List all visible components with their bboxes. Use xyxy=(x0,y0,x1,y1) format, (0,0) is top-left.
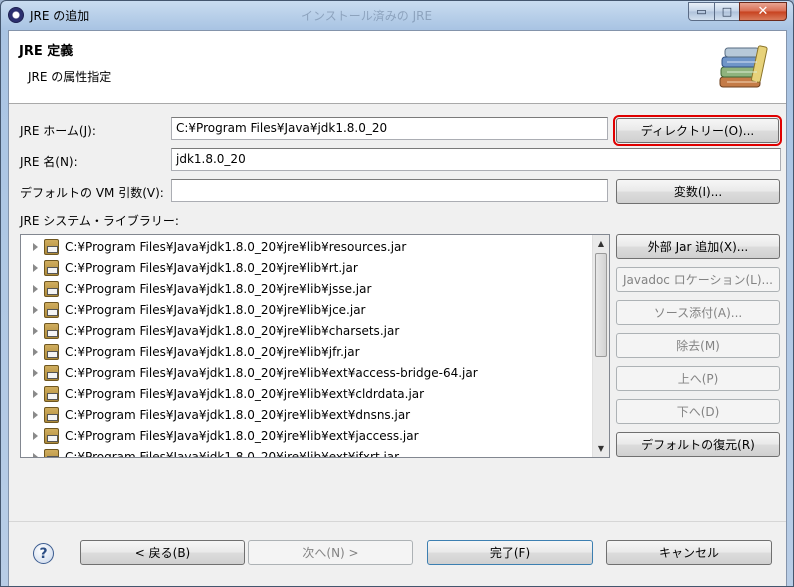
list-item-label: C:¥Program Files¥Java¥jdk1.8.0_20¥jre¥li… xyxy=(65,281,372,296)
list-item-label: C:¥Program Files¥Java¥jdk1.8.0_20¥jre¥li… xyxy=(65,365,478,380)
jar-icon xyxy=(44,238,59,255)
list-item-label: C:¥Program Files¥Java¥jdk1.8.0_20¥jre¥li… xyxy=(65,344,360,359)
minimize-button[interactable]: ▭ xyxy=(688,2,715,21)
expand-arrow-icon[interactable] xyxy=(33,263,38,272)
libraries-label: JRE システム・ライブラリー: xyxy=(20,214,179,228)
list-item-label: C:¥Program Files¥Java¥jdk1.8.0_20¥jre¥li… xyxy=(65,302,366,317)
jar-icon xyxy=(44,343,59,360)
jre-name-field[interactable]: jdk1.8.0_20 xyxy=(171,148,781,171)
dialog-window: JRE の追加 インストール済みの JRE ▭ □ ✕ JRE 定義 JRE の… xyxy=(0,0,794,587)
jre-home-label: JRE ホーム(J): xyxy=(20,124,96,138)
list-item-label: C:¥Program Files¥Java¥jdk1.8.0_20¥jre¥li… xyxy=(65,386,425,401)
vm-args-label: デフォルトの VM 引数(V): xyxy=(20,186,164,200)
javadoc-location-button[interactable]: Javadoc ロケーション(L)... xyxy=(616,267,780,292)
up-button[interactable]: 上へ(P) xyxy=(616,366,780,391)
jar-icon xyxy=(44,322,59,339)
jar-icon xyxy=(44,385,59,402)
scrollbar-thumb[interactable] xyxy=(595,253,607,357)
list-item[interactable]: C:¥Program Files¥Java¥jdk1.8.0_20¥jre¥li… xyxy=(21,362,591,383)
maximize-button[interactable]: □ xyxy=(714,2,740,21)
page-title: JRE 定義 xyxy=(19,44,74,59)
list-item-label: C:¥Program Files¥Java¥jdk1.8.0_20¥jre¥li… xyxy=(65,407,411,422)
expand-arrow-icon[interactable] xyxy=(33,284,38,293)
expand-arrow-icon[interactable] xyxy=(33,326,38,335)
list-item[interactable]: C:¥Program Files¥Java¥jdk1.8.0_20¥jre¥li… xyxy=(21,236,591,257)
help-icon[interactable]: ? xyxy=(33,543,54,564)
down-button[interactable]: 下へ(D) xyxy=(616,399,780,424)
list-item[interactable]: C:¥Program Files¥Java¥jdk1.8.0_20¥jre¥li… xyxy=(21,320,591,341)
expand-arrow-icon[interactable] xyxy=(33,389,38,398)
list-item[interactable]: C:¥Program Files¥Java¥jdk1.8.0_20¥jre¥li… xyxy=(21,446,591,458)
jar-icon xyxy=(44,259,59,276)
wizard-header: JRE 定義 JRE の属性指定 xyxy=(9,31,786,104)
expand-arrow-icon[interactable] xyxy=(33,242,38,251)
list-item[interactable]: C:¥Program Files¥Java¥jdk1.8.0_20¥jre¥li… xyxy=(21,341,591,362)
background-window-title: インストール済みの JRE xyxy=(301,9,433,23)
jar-icon xyxy=(44,406,59,423)
jar-icon xyxy=(44,364,59,381)
window-title: JRE の追加 xyxy=(30,9,90,23)
list-item-label: C:¥Program Files¥Java¥jdk1.8.0_20¥jre¥li… xyxy=(65,260,358,275)
dialog-client-area: JRE 定義 JRE の属性指定 JRE ホーム(J): C:¥Program … xyxy=(8,30,787,586)
list-item[interactable]: C:¥Program Files¥Java¥jdk1.8.0_20¥jre¥li… xyxy=(21,299,591,320)
expand-arrow-icon[interactable] xyxy=(33,431,38,440)
directory-button[interactable]: ディレクトリー(O)... xyxy=(613,115,782,146)
expand-arrow-icon[interactable] xyxy=(33,347,38,356)
source-attachment-button[interactable]: ソース添付(A)... xyxy=(616,300,780,325)
restore-default-button[interactable]: デフォルトの復元(R) xyxy=(616,432,780,457)
list-item[interactable]: C:¥Program Files¥Java¥jdk1.8.0_20¥jre¥li… xyxy=(21,404,591,425)
vertical-scrollbar[interactable]: ▲ ▼ xyxy=(592,235,609,457)
list-item-label: C:¥Program Files¥Java¥jdk1.8.0_20¥jre¥li… xyxy=(65,449,400,458)
list-item-label: C:¥Program Files¥Java¥jdk1.8.0_20¥jre¥li… xyxy=(65,428,419,443)
expand-arrow-icon[interactable] xyxy=(33,305,38,314)
list-item[interactable]: C:¥Program Files¥Java¥jdk1.8.0_20¥jre¥li… xyxy=(21,257,591,278)
scroll-down-icon[interactable]: ▼ xyxy=(593,440,609,457)
finish-button[interactable]: 完了(F) xyxy=(427,540,593,565)
vm-args-field[interactable] xyxy=(171,179,608,202)
footer-separator xyxy=(9,521,786,522)
back-button[interactable]: < 戻る(B) xyxy=(80,540,245,565)
add-external-jar-button[interactable]: 外部 Jar 追加(X)... xyxy=(616,234,780,259)
list-item[interactable]: C:¥Program Files¥Java¥jdk1.8.0_20¥jre¥li… xyxy=(21,425,591,446)
jar-icon xyxy=(44,427,59,444)
jar-icon xyxy=(44,448,59,457)
expand-arrow-icon[interactable] xyxy=(33,368,38,377)
jre-home-field[interactable]: C:¥Program Files¥Java¥jdk1.8.0_20 xyxy=(171,117,608,140)
scroll-up-icon[interactable]: ▲ xyxy=(593,235,609,252)
close-button[interactable]: ✕ xyxy=(739,2,787,21)
cancel-button[interactable]: キャンセル xyxy=(606,540,772,565)
remove-button[interactable]: 除去(M) xyxy=(616,333,780,358)
expand-arrow-icon[interactable] xyxy=(33,452,38,457)
jar-icon xyxy=(44,280,59,297)
expand-arrow-icon[interactable] xyxy=(33,410,38,419)
library-list[interactable]: C:¥Program Files¥Java¥jdk1.8.0_20¥jre¥li… xyxy=(20,234,610,458)
page-description: JRE の属性指定 xyxy=(28,70,112,84)
next-button[interactable]: 次へ(N) > xyxy=(248,540,413,565)
list-item-label: C:¥Program Files¥Java¥jdk1.8.0_20¥jre¥li… xyxy=(65,323,400,338)
eclipse-icon xyxy=(8,7,24,23)
jar-icon xyxy=(44,301,59,318)
jre-name-label: JRE 名(N): xyxy=(20,155,78,169)
variables-button[interactable]: 変数(I)... xyxy=(616,179,780,204)
list-item-label: C:¥Program Files¥Java¥jdk1.8.0_20¥jre¥li… xyxy=(65,239,407,254)
list-item[interactable]: C:¥Program Files¥Java¥jdk1.8.0_20¥jre¥li… xyxy=(21,278,591,299)
books-icon xyxy=(719,45,768,88)
list-item[interactable]: C:¥Program Files¥Java¥jdk1.8.0_20¥jre¥li… xyxy=(21,383,591,404)
title-bar[interactable]: JRE の追加 インストール済みの JRE ▭ □ ✕ xyxy=(1,1,793,29)
